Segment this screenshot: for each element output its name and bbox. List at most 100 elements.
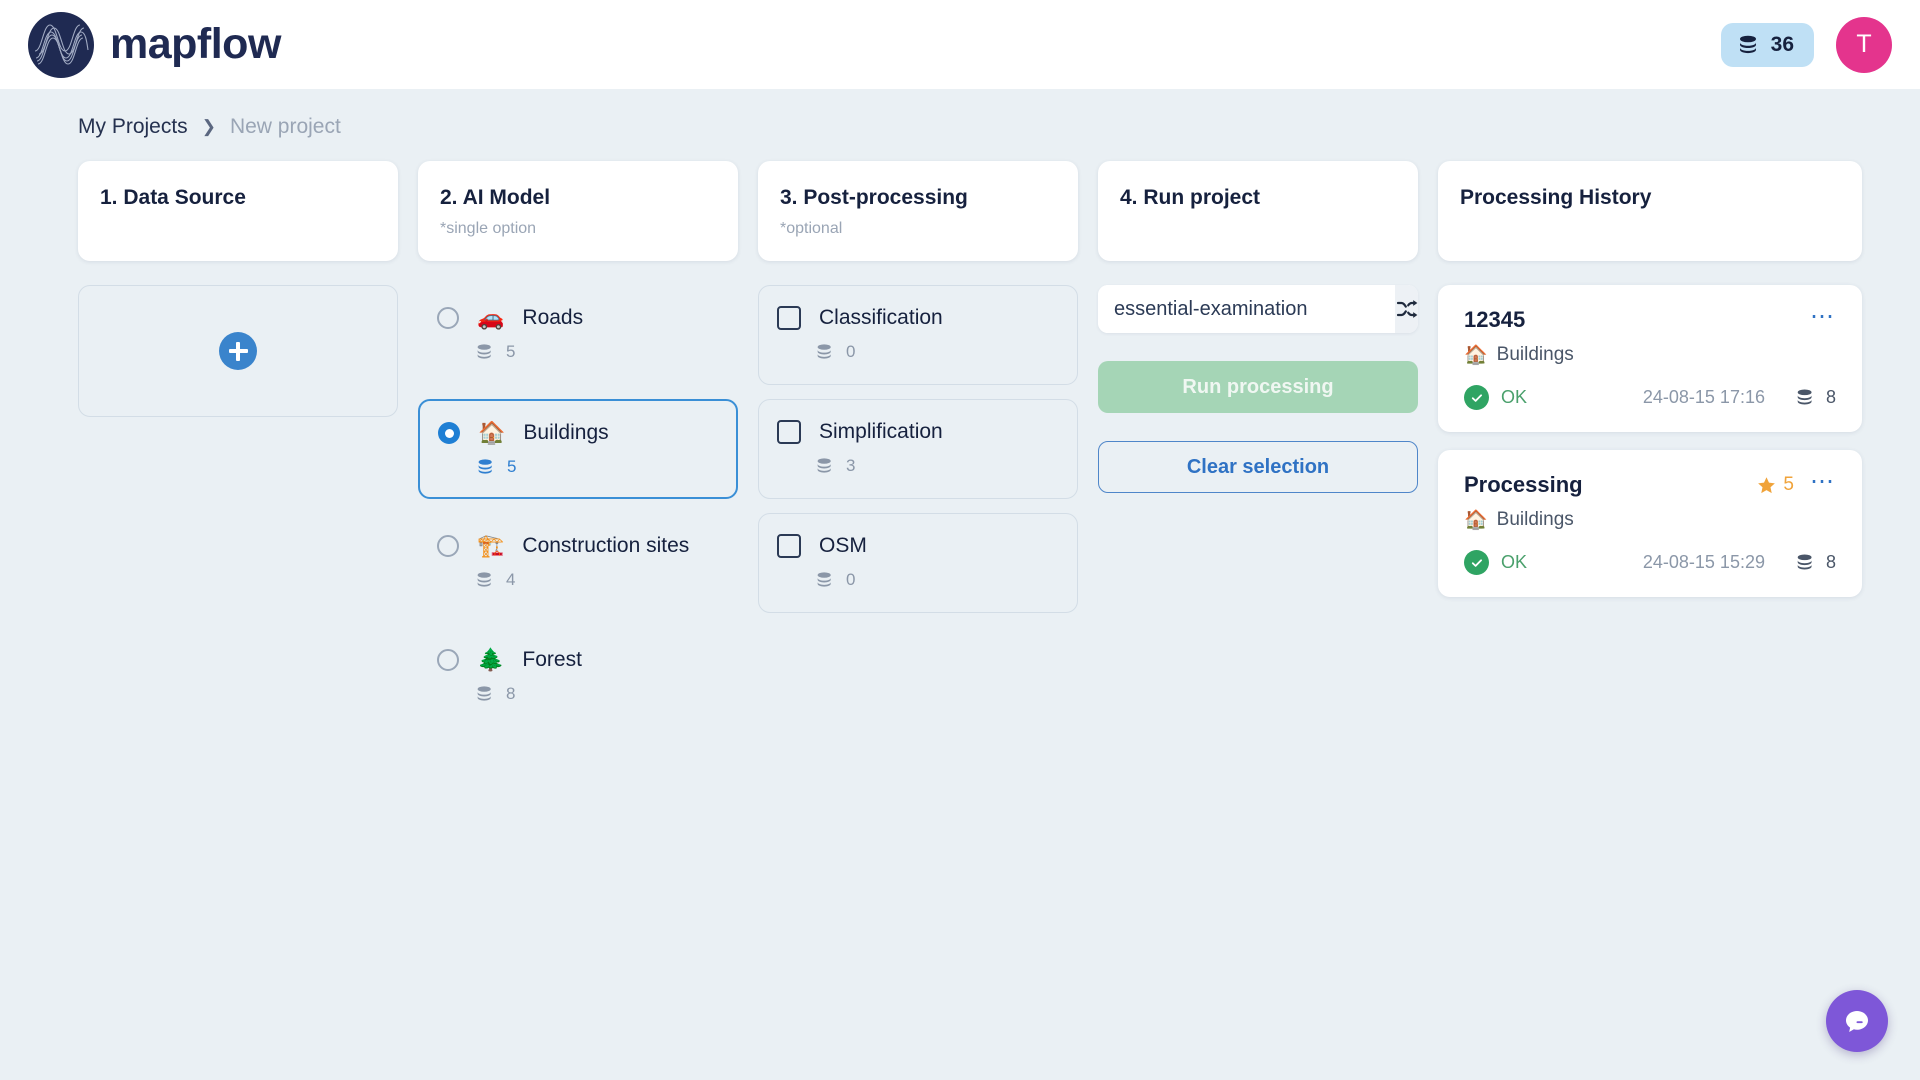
- column-processing-history: Processing History 12345 ⋯ 🏠 Buildings O…: [1438, 161, 1862, 597]
- option-label: Forest: [522, 648, 582, 671]
- coins-icon: [1797, 389, 1812, 405]
- history-credits-value: 8: [1825, 387, 1836, 407]
- post-processing-option-classification[interactable]: Classification 0: [758, 285, 1078, 385]
- ai-model-options: 🚗 Roads 5 🏠 Buildings 5 🏗️ Construction …: [418, 285, 738, 727]
- coins-icon: [477, 686, 491, 701]
- history-card-model: 🏠 Buildings: [1464, 508, 1836, 532]
- option-credits: 8: [437, 684, 719, 704]
- coins-icon: [478, 459, 492, 474]
- credits-value: 3: [846, 456, 856, 475]
- credits-balance-pill[interactable]: 36: [1720, 22, 1814, 67]
- chat-widget-button[interactable]: [1826, 990, 1888, 1052]
- column-data-source: 1. Data Source: [78, 161, 398, 417]
- step-title: 3. Post-processing: [780, 186, 968, 209]
- step-title: 4. Run project: [1120, 186, 1261, 209]
- option-credits: 5: [438, 457, 718, 477]
- option-header: Simplification: [777, 420, 1059, 444]
- plus-icon: [219, 332, 257, 370]
- option-credits: 3: [777, 456, 1059, 476]
- radio-construction-sites[interactable]: [437, 535, 459, 557]
- data-source-body: [78, 285, 398, 417]
- option-credits: 0: [777, 570, 1059, 590]
- app-root: mapflow 36 T My Projects ❯ New project 1…: [0, 0, 1920, 1080]
- credits-value: 0: [846, 342, 856, 361]
- run-processing-button[interactable]: Run processing: [1098, 361, 1418, 413]
- coins-icon: [817, 458, 831, 473]
- option-header: 🚗 Roads: [437, 306, 719, 330]
- status-text: OK: [1501, 387, 1528, 407]
- run-project-body: Run processing Clear selection: [1098, 285, 1418, 493]
- radio-forest[interactable]: [437, 649, 459, 671]
- history-model-label: Buildings: [1496, 344, 1574, 365]
- post-processing-option-osm[interactable]: OSM 0: [758, 513, 1078, 613]
- clear-selection-button[interactable]: Clear selection: [1098, 441, 1418, 493]
- option-header: OSM: [777, 534, 1059, 558]
- option-label: Buildings: [523, 421, 609, 444]
- construction-icon: 🏗️: [477, 533, 505, 558]
- ai-model-option-buildings[interactable]: 🏠 Buildings 5: [418, 399, 738, 499]
- brand-logo[interactable]: mapflow: [28, 11, 281, 78]
- option-credits: 5: [437, 342, 719, 362]
- shuffle-name-button[interactable]: [1395, 285, 1418, 333]
- radio-buildings[interactable]: [438, 422, 460, 444]
- car-icon: 🚗: [477, 305, 505, 330]
- step-header-ai-model: 2. AI Model *single option: [418, 161, 738, 261]
- more-options-icon[interactable]: ⋯: [1810, 305, 1836, 329]
- checkbox-osm[interactable]: [777, 534, 801, 558]
- post-processing-options: Classification 0 Simplification 3 OSM 0: [758, 285, 1078, 613]
- coins-icon: [477, 572, 491, 587]
- more-options-icon[interactable]: ⋯: [1810, 470, 1836, 494]
- coins-icon: [1797, 554, 1812, 570]
- ai-model-option-forest[interactable]: 🌲 Forest 8: [418, 627, 738, 727]
- mapflow-wave-logo-icon: [28, 11, 94, 78]
- tree-icon: 🌲: [477, 647, 505, 672]
- option-credits: 0: [777, 342, 1059, 362]
- add-data-source-button[interactable]: [78, 285, 398, 417]
- credits-value: 5: [507, 457, 517, 476]
- checkbox-classification[interactable]: [777, 306, 801, 330]
- coins-icon: [817, 572, 831, 587]
- option-label: Classification: [819, 306, 943, 329]
- rating-badge[interactable]: 5: [1757, 474, 1794, 496]
- history-card-footer: OK 24-08-15 17:16 8: [1464, 385, 1836, 410]
- column-post-processing: 3. Post-processing *optional Classificat…: [758, 161, 1078, 613]
- history-credits: 8: [1795, 552, 1836, 573]
- user-avatar[interactable]: T: [1836, 16, 1892, 73]
- breadcrumb-current: New project: [229, 115, 341, 138]
- credits-value: 0: [846, 570, 856, 589]
- top-bar-actions: 36 T: [1720, 16, 1892, 73]
- step-title: 2. AI Model: [440, 186, 551, 209]
- step-header-post-processing: 3. Post-processing *optional: [758, 161, 1078, 261]
- option-label: Construction sites: [522, 534, 690, 557]
- column-ai-model: 2. AI Model *single option 🚗 Roads 5 🏠 B…: [418, 161, 738, 727]
- top-bar: mapflow 36 T: [0, 0, 1920, 89]
- post-processing-option-simplification[interactable]: Simplification 3: [758, 399, 1078, 499]
- step-title: 1. Data Source: [100, 186, 246, 209]
- radio-roads[interactable]: [437, 307, 459, 329]
- ai-model-option-construction-sites[interactable]: 🏗️ Construction sites 4: [418, 513, 738, 613]
- history-card-actions: 5 ⋯: [1757, 470, 1836, 496]
- history-credits: 8: [1795, 387, 1836, 408]
- coins-icon: [477, 344, 491, 359]
- history-card[interactable]: Processing 5 ⋯ 🏠 Buildings OK 24-08-15 1…: [1438, 450, 1862, 597]
- star-icon: [1758, 476, 1776, 493]
- column-run-project: 4. Run project essential-examination Run…: [1098, 161, 1418, 493]
- step-header-processing-history: Processing History: [1438, 161, 1862, 261]
- checkbox-simplification[interactable]: [777, 420, 801, 444]
- history-card[interactable]: 12345 ⋯ 🏠 Buildings OK 24-08-15 17:16 8: [1438, 285, 1862, 432]
- option-header: 🏠 Buildings: [438, 421, 718, 445]
- house-icon: 🏠: [1464, 345, 1488, 366]
- credits-value: 5: [506, 342, 516, 361]
- history-timestamp: 24-08-15 17:16: [1642, 387, 1765, 407]
- breadcrumb: My Projects ❯ New project: [0, 89, 1920, 139]
- project-name-input[interactable]: [1098, 285, 1395, 333]
- option-header: Classification: [777, 306, 1059, 330]
- option-label: Roads: [522, 306, 584, 329]
- ai-model-option-roads[interactable]: 🚗 Roads 5: [418, 285, 738, 385]
- check-icon: [1464, 385, 1489, 410]
- step-subtitle: *optional: [780, 220, 843, 238]
- status-badge: OK: [1464, 385, 1527, 410]
- house-icon: 🏠: [1464, 510, 1488, 531]
- shuffle-icon: [1396, 300, 1418, 318]
- breadcrumb-my-projects[interactable]: My Projects: [78, 115, 188, 139]
